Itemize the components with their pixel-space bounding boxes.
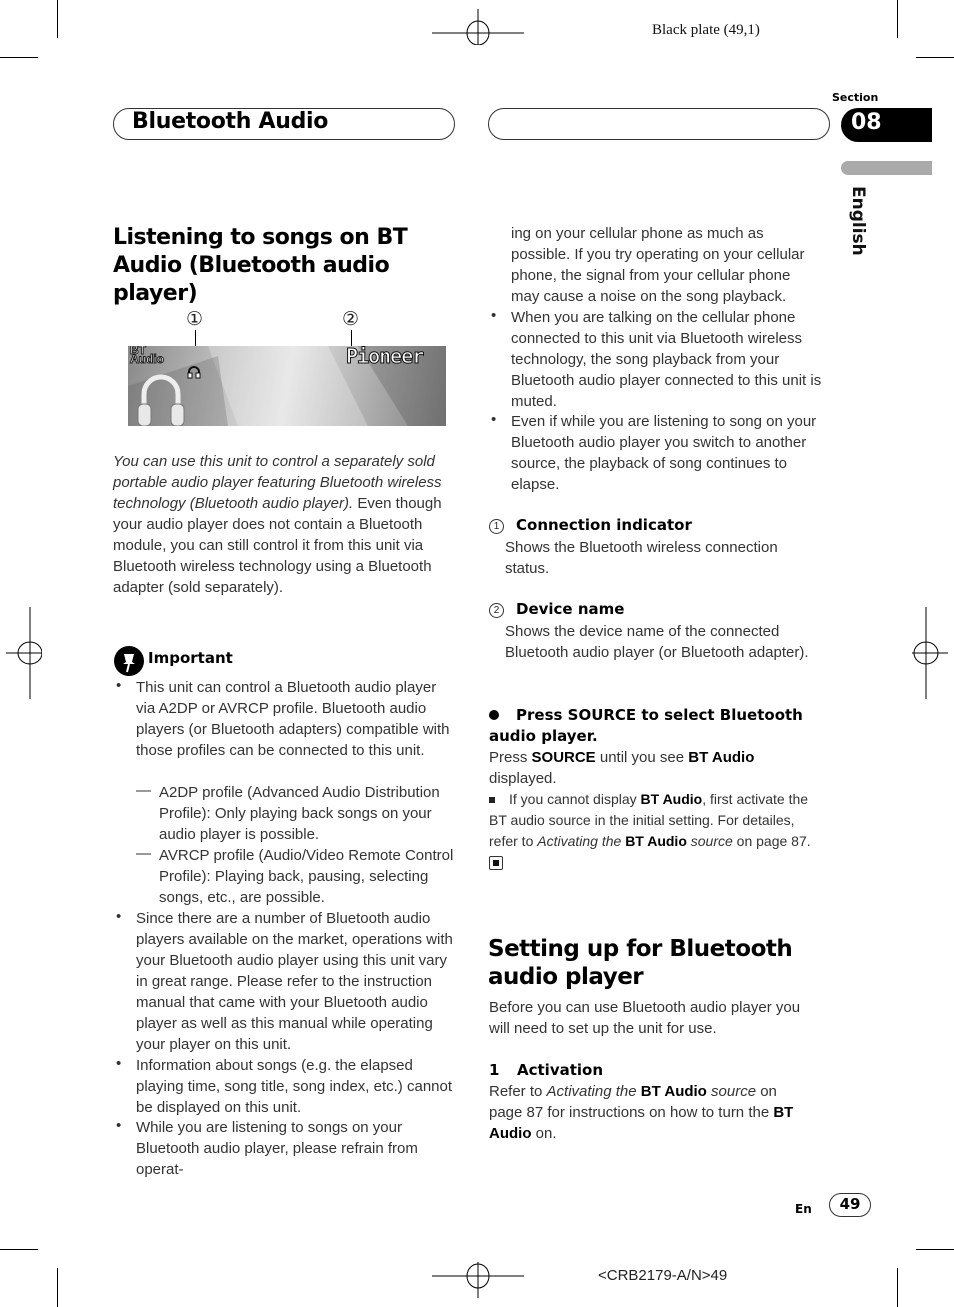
language-tab [841,161,932,175]
page-number: 49 [839,1195,861,1213]
chapter-title-pill: Bluetooth Audio [113,108,455,140]
intro-paragraph: You can use this unit to control a separ… [113,451,458,598]
bullet-icon: • [116,1117,122,1134]
legend-number-1: 1 [489,519,504,534]
connection-indicator-icon [187,366,201,379]
sub-bullet: AVRCP profile (Audio/Video Remote Contro… [159,847,454,906]
crop-mark [0,57,38,58]
section-number: 08 [851,110,882,135]
bullet-icon: • [116,1055,122,1072]
plate-label: Black plate (49,1) [652,22,760,38]
note-paragraph: If you cannot display BT Audio, first ac… [489,789,824,873]
registration-mark-icon [6,607,42,699]
right-bullet: When you are talking on the cellular pho… [511,309,822,410]
unit-display-illustration: BT Audio Pioneer [128,346,446,426]
bullet-icon: • [491,411,497,428]
end-mark-icon [489,856,503,871]
bullet-icon: • [116,908,122,925]
empty-title-pill [488,108,830,140]
important-bullet: Since there are a number of Bluetooth au… [136,910,453,1053]
activation-number: 1 [489,1061,500,1079]
device-name-display: Pioneer [345,346,424,369]
crop-mark [57,0,58,38]
callout-1: ① [186,309,204,330]
section-heading: Listening to songs on BT Audio (Bluetoot… [113,225,408,306]
crop-mark [897,1268,898,1307]
sub-bullet: A2DP profile (Advanced Audio Distributio… [159,784,440,843]
section-heading: Setting up for Bluetooth audio player [488,936,793,990]
legend-description: Shows the Bluetooth wireless connection … [505,539,778,577]
bullet-icon: • [116,677,122,694]
legend-description: Shows the device name of the connected B… [505,623,809,661]
crop-mark [897,0,898,38]
activation-title: Activation [517,1061,604,1079]
important-bullet: Information about songs (e.g. the elapse… [136,1057,453,1116]
note-square-icon [489,797,495,804]
legend-title: Connection indicator [516,516,692,534]
dash-icon: — [136,845,151,862]
document-code: <CRB2179-A/N>49 [598,1267,728,1284]
important-bullet: While you are listening to songs on your… [136,1119,418,1178]
crop-mark [57,1268,58,1307]
important-label: Important [148,649,233,667]
right-bullet: Even if while you are listening to song … [511,413,817,493]
setup-intro: Before you can use Bluetooth audio playe… [489,999,801,1037]
important-icon [114,646,144,676]
step-heading: Press SOURCE to select Bluetooth audio p… [489,706,803,745]
activation-body: Refer to Activating the BT Audio source … [489,1083,794,1142]
continued-bullet: ing on your cellular phone as much as po… [511,225,805,305]
audio-label: Audio [130,352,165,366]
crop-mark [916,57,954,58]
callout-2: ② [342,309,360,330]
legend-title: Device name [516,600,625,618]
registration-mark-icon [432,1262,524,1298]
crop-mark [916,1249,954,1250]
language-code: En [795,1202,812,1216]
legend-number-2: 2 [489,603,504,618]
dash-icon: — [136,782,151,799]
registration-mark-icon [432,9,524,45]
important-bullet: This unit can control a Bluetooth audio … [136,679,450,759]
headphones-icon [137,374,185,426]
chapter-title: Bluetooth Audio [132,109,329,134]
language-label: English [848,186,868,256]
section-label: Section [832,91,879,104]
crop-mark [0,1249,38,1250]
step-body: Press SOURCE until you see BT Audio disp… [489,749,755,787]
bullet-icon: • [491,307,497,324]
registration-mark-icon [912,607,948,699]
